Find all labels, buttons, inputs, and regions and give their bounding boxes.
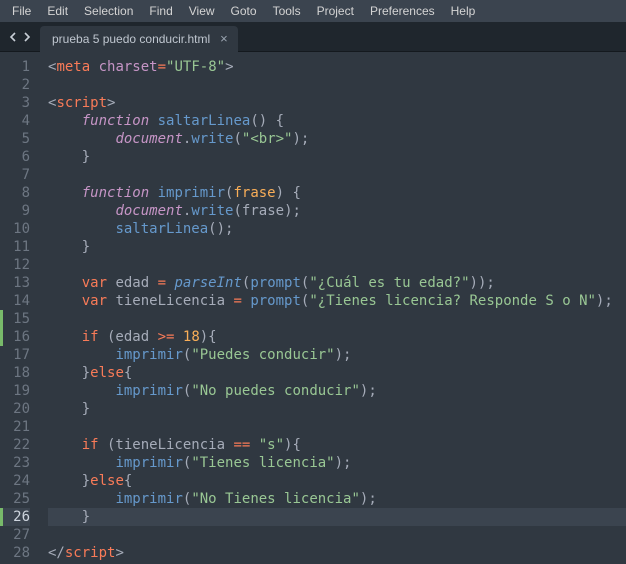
line-number: 11 [0, 238, 30, 256]
tab-title: prueba 5 puedo conducir.html [52, 32, 210, 46]
code-area[interactable]: <meta charset="UTF-8"> <script> function… [40, 52, 626, 564]
code-line[interactable]: <meta charset="UTF-8"> [48, 58, 626, 76]
code-line[interactable]: }else{ [48, 364, 626, 382]
line-number: 23 [0, 454, 30, 472]
menu-item-file[interactable]: File [4, 1, 39, 21]
line-number: 4 [0, 112, 30, 130]
line-number: 5 [0, 130, 30, 148]
code-line[interactable]: imprimir("No puedes conducir"); [48, 382, 626, 400]
code-line[interactable] [48, 310, 626, 328]
line-number: 17 [0, 346, 30, 364]
code-line[interactable]: var edad = parseInt(prompt("¿Cuál es tu … [48, 274, 626, 292]
line-number: 28 [0, 544, 30, 562]
nav-arrows [0, 32, 40, 42]
line-number: 15 [0, 310, 30, 328]
line-number: 21 [0, 418, 30, 436]
line-number: 13 [0, 274, 30, 292]
line-number: 3 [0, 94, 30, 112]
code-line[interactable]: function imprimir(frase) { [48, 184, 626, 202]
code-line[interactable]: } [48, 148, 626, 166]
tab-active[interactable]: prueba 5 puedo conducir.html × [40, 26, 238, 52]
menu-item-view[interactable]: View [181, 1, 223, 21]
line-number: 9 [0, 202, 30, 220]
line-gutter: 1234567891011121314151617181920212223242… [0, 52, 40, 564]
line-number: 18 [0, 364, 30, 382]
code-line[interactable]: document.write("<br>"); [48, 130, 626, 148]
line-number: 1 [0, 58, 30, 76]
menu-item-selection[interactable]: Selection [76, 1, 141, 21]
line-number: 12 [0, 256, 30, 274]
line-number: 7 [0, 166, 30, 184]
code-line[interactable]: saltarLinea(); [48, 220, 626, 238]
code-line[interactable]: imprimir("Puedes conducir"); [48, 346, 626, 364]
menu-item-preferences[interactable]: Preferences [362, 1, 443, 21]
code-line[interactable]: } [48, 400, 626, 418]
code-line[interactable]: imprimir("Tienes licencia"); [48, 454, 626, 472]
menu-bar: FileEditSelectionFindViewGotoToolsProjec… [0, 0, 626, 22]
line-number: 14 [0, 292, 30, 310]
code-editor[interactable]: 1234567891011121314151617181920212223242… [0, 52, 626, 564]
menu-item-find[interactable]: Find [141, 1, 180, 21]
line-number: 19 [0, 382, 30, 400]
menu-item-tools[interactable]: Tools [265, 1, 309, 21]
code-line[interactable]: }else{ [48, 472, 626, 490]
line-number: 25 [0, 490, 30, 508]
code-line[interactable] [48, 256, 626, 274]
modified-marker [0, 508, 3, 526]
tab-bar: prueba 5 puedo conducir.html × [0, 22, 626, 52]
code-line[interactable]: if (edad >= 18){ [48, 328, 626, 346]
line-number: 27 [0, 526, 30, 544]
code-line[interactable]: if (tieneLicencia == "s"){ [48, 436, 626, 454]
line-number: 24 [0, 472, 30, 490]
code-line[interactable]: } [48, 238, 626, 256]
line-number: 26 [0, 508, 30, 526]
menu-item-edit[interactable]: Edit [39, 1, 76, 21]
code-line[interactable] [48, 76, 626, 94]
code-line[interactable]: </script> [48, 544, 626, 562]
modified-marker [0, 328, 3, 346]
code-line[interactable]: <script> [48, 94, 626, 112]
menu-item-goto[interactable]: Goto [223, 1, 265, 21]
code-line[interactable]: } [48, 508, 626, 526]
line-number: 8 [0, 184, 30, 202]
nav-back-icon[interactable] [8, 32, 18, 42]
line-number: 16 [0, 328, 30, 346]
line-number: 10 [0, 220, 30, 238]
line-number: 2 [0, 76, 30, 94]
menu-item-help[interactable]: Help [443, 1, 484, 21]
nav-forward-icon[interactable] [22, 32, 32, 42]
code-line[interactable]: function saltarLinea() { [48, 112, 626, 130]
code-line[interactable] [48, 526, 626, 544]
line-number: 22 [0, 436, 30, 454]
menu-item-project[interactable]: Project [309, 1, 362, 21]
line-number: 20 [0, 400, 30, 418]
code-line[interactable] [48, 166, 626, 184]
code-line[interactable] [48, 418, 626, 436]
modified-marker [0, 310, 3, 328]
line-number: 6 [0, 148, 30, 166]
code-line[interactable]: imprimir("No Tienes licencia"); [48, 490, 626, 508]
code-line[interactable]: document.write(frase); [48, 202, 626, 220]
code-line[interactable]: var tieneLicencia = prompt("¿Tienes lice… [48, 292, 626, 310]
close-icon[interactable]: × [220, 32, 228, 45]
